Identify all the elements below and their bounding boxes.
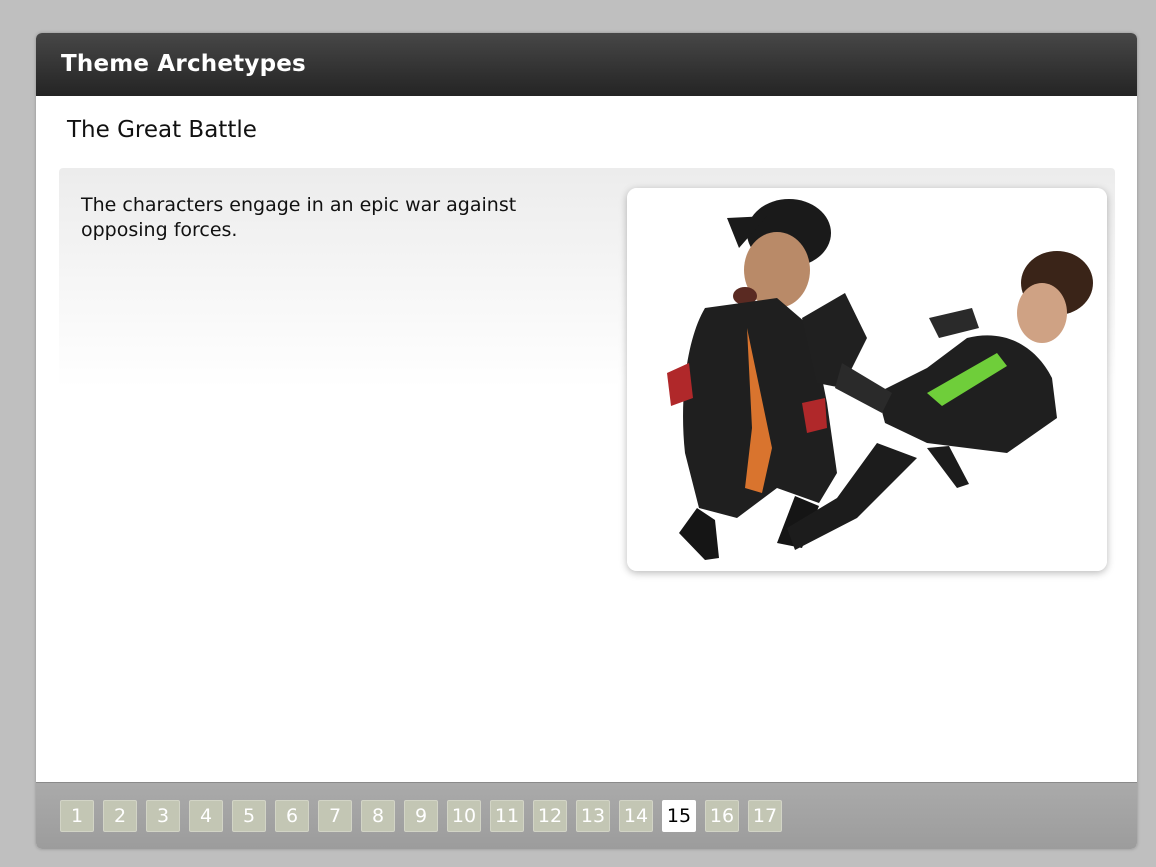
- page-button-12[interactable]: 12: [533, 800, 567, 832]
- page-button-16[interactable]: 16: [705, 800, 739, 832]
- course-title: Theme Archetypes: [36, 33, 1137, 96]
- page-button-list: 1 2 3 4 5 6 7 8 9 10 11 12 13 14 15 16 17: [60, 800, 782, 832]
- page-button-3[interactable]: 3: [146, 800, 180, 832]
- slide-title: The Great Battle: [67, 117, 257, 143]
- pagination-bar: 1 2 3 4 5 6 7 8 9 10 11 12 13 14 15 16 17: [36, 782, 1137, 849]
- page-button-7[interactable]: 7: [318, 800, 352, 832]
- page-button-11[interactable]: 11: [490, 800, 524, 832]
- page-button-2[interactable]: 2: [103, 800, 137, 832]
- page-button-14[interactable]: 14: [619, 800, 653, 832]
- fighting-men-photo: [627, 188, 1107, 571]
- page-button-6[interactable]: 6: [275, 800, 309, 832]
- slide-image: [627, 188, 1107, 571]
- slide-body-text: The characters engage in an epic war aga…: [81, 194, 517, 241]
- course-window: Theme Archetypes The Great Battle The ch…: [36, 33, 1137, 849]
- page-button-13[interactable]: 13: [576, 800, 610, 832]
- page-button-9[interactable]: 9: [404, 800, 438, 832]
- page-button-5[interactable]: 5: [232, 800, 266, 832]
- page-button-1[interactable]: 1: [60, 800, 94, 832]
- page-button-10[interactable]: 10: [447, 800, 481, 832]
- page-button-4[interactable]: 4: [189, 800, 223, 832]
- page-button-17[interactable]: 17: [748, 800, 782, 832]
- page-button-15[interactable]: 15: [662, 800, 696, 832]
- page-button-8[interactable]: 8: [361, 800, 395, 832]
